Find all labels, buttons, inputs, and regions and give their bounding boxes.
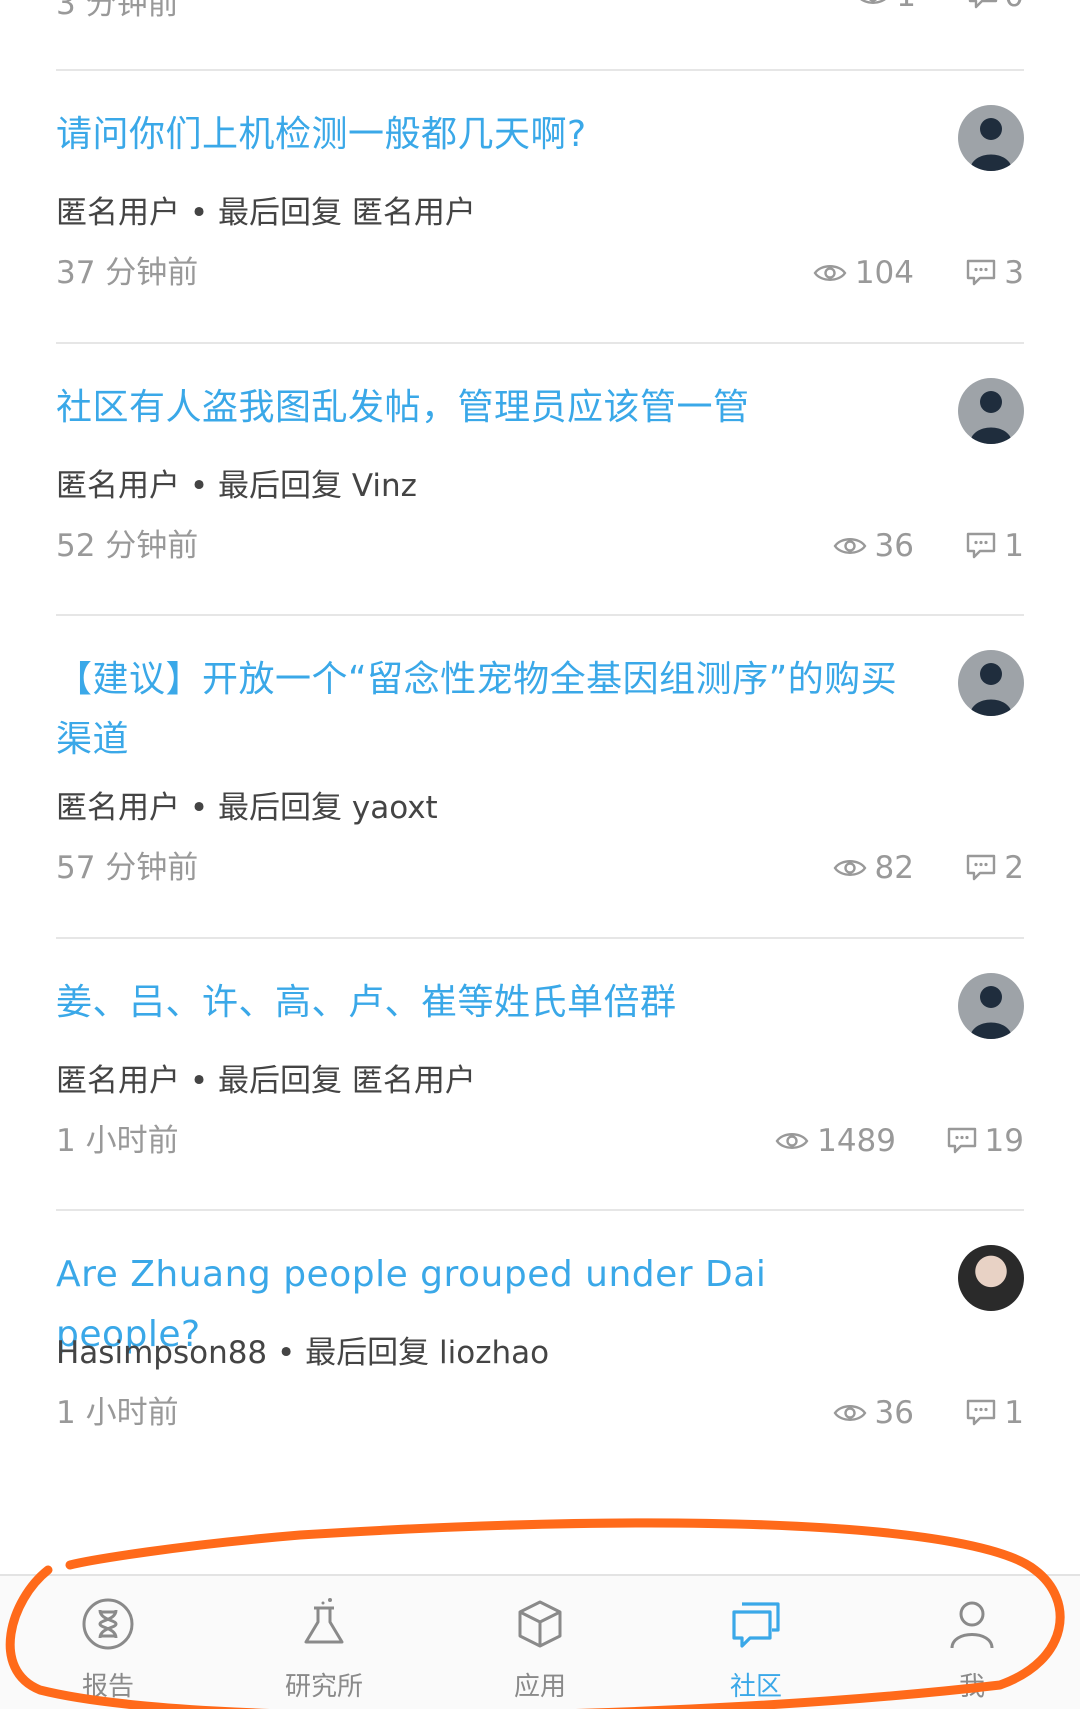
divider: [56, 937, 1024, 939]
author-avatar[interactable]: [958, 105, 1024, 171]
post-title[interactable]: 社区有人盗我图乱发帖，管理员应该管一管: [56, 378, 916, 438]
default-avatar-icon: [970, 663, 1012, 716]
divider: [56, 1209, 1024, 1211]
post-item[interactable]: 【建议】开放一个“留念性宠物全基因组测序”的购买渠道 匿名用户 • 最后回复 y…: [56, 650, 1024, 910]
default-avatar-icon: [970, 391, 1012, 444]
post-item[interactable]: 姜、吕、许、高、卢、崔等姓氏单倍群 匿名用户 • 最后回复 匿名用户 1 小时前…: [56, 973, 1024, 1173]
tab-label: 报告: [81, 1672, 134, 1702]
flask-icon: [304, 1598, 344, 1644]
post-time: 1 小时前: [56, 1123, 179, 1159]
reply-count: 0: [968, 0, 1024, 14]
reply-count: 1: [966, 1393, 1024, 1433]
tab-institute[interactable]: 研究所: [216, 1576, 432, 1709]
post-meta: 匿名用户 • 最后回复 匿名用户: [56, 195, 476, 231]
reply-count: 1: [966, 526, 1024, 566]
eye-icon: [775, 1133, 809, 1149]
post-item[interactable]: 社区有人盗我图乱发帖，管理员应该管一管 匿名用户 • 最后回复 Vinz 52 …: [56, 378, 1024, 578]
post-time: 52 分钟前: [56, 528, 199, 564]
tab-label: 研究所: [284, 1672, 363, 1702]
dna-icon: [82, 1598, 134, 1650]
eye-icon: [833, 1405, 866, 1421]
view-count: 1: [856, 0, 916, 14]
post-title[interactable]: 姜、吕、许、高、卢、崔等姓氏单倍群: [56, 973, 916, 1033]
view-count: 1489: [775, 1121, 896, 1161]
post-title[interactable]: 请问你们上机检测一般都几天啊?: [56, 105, 916, 165]
comment-icon: [967, 259, 996, 286]
tab-label: 应用: [513, 1672, 566, 1702]
bottom-tab-bar: 报告 研究所 应用 社区 我: [0, 1574, 1080, 1709]
comment-icon: [969, 0, 998, 9]
eye-icon: [813, 265, 847, 281]
community-feed-screen: 3 分钟前 1 0 请问你们上机检测一般都几天啊? 匿名用户 • 最后回复 匿名…: [0, 0, 1080, 1709]
post-time: 1 小时前: [56, 1395, 179, 1431]
comment-icon: [947, 1127, 976, 1154]
tab-label: 我: [958, 1672, 985, 1702]
default-avatar-icon: [970, 118, 1012, 171]
post-meta: 匿名用户 • 最后回复 匿名用户: [56, 1063, 476, 1099]
comment-icon: [967, 1399, 996, 1426]
post-title[interactable]: 【建议】开放一个“留念性宠物全基因组测序”的购买渠道: [56, 650, 916, 770]
tab-me[interactable]: 我: [864, 1576, 1080, 1709]
author-avatar[interactable]: [958, 378, 1024, 444]
post-time: 37 分钟前: [56, 255, 199, 291]
post-meta: 匿名用户 • 最后回复 yaoxt: [56, 790, 438, 826]
reply-count: 19: [947, 1121, 1024, 1161]
reply-count: 2: [966, 848, 1024, 888]
cube-icon: [518, 1600, 562, 1648]
eye-icon: [833, 860, 866, 876]
author-avatar[interactable]: [958, 1245, 1024, 1311]
post-meta: Hasimpson88 • 最后回复 liozhao: [56, 1335, 550, 1371]
eye-icon: [860, 0, 887, 4]
eye-icon: [833, 538, 866, 554]
view-count: 82: [833, 848, 914, 888]
author-avatar[interactable]: [958, 973, 1024, 1039]
post-item[interactable]: 请问你们上机检测一般都几天啊? 匿名用户 • 最后回复 匿名用户 37 分钟前 …: [56, 105, 1024, 305]
post-item[interactable]: Are Zhuang people grouped under Dai peop…: [56, 1245, 1024, 1445]
view-count: 36: [833, 1393, 914, 1433]
comment-icon: [967, 854, 996, 881]
user-icon: [950, 1601, 994, 1649]
post-time: 57 分钟前: [56, 850, 199, 886]
tab-community[interactable]: 社区: [648, 1576, 864, 1709]
tab-apps[interactable]: 应用: [432, 1576, 648, 1709]
reply-count: 3: [966, 253, 1024, 293]
partial-post-stats: 3 分钟前 1 0: [56, 0, 1024, 22]
tab-label: 社区: [729, 1672, 782, 1702]
divider: [56, 342, 1024, 344]
author-avatar[interactable]: [958, 650, 1024, 716]
view-count: 36: [833, 526, 914, 566]
default-avatar-icon: [970, 986, 1012, 1039]
divider: [56, 69, 1024, 71]
tab-report[interactable]: 报告: [0, 1576, 216, 1709]
view-count: 104: [813, 253, 914, 293]
chat-icon: [732, 1602, 780, 1648]
comment-icon: [967, 532, 996, 559]
post-meta: 匿名用户 • 最后回复 Vinz: [56, 468, 417, 504]
divider: [56, 614, 1024, 616]
post-time: 3 分钟前: [56, 0, 179, 22]
